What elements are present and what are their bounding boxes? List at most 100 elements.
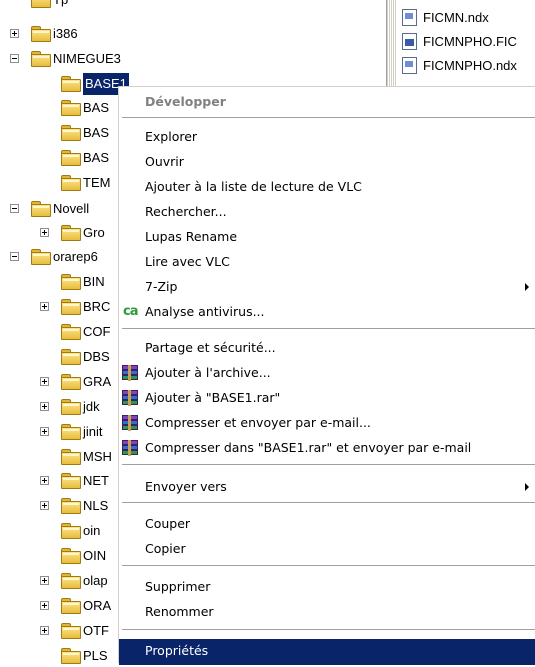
tree-item[interactable]: Tp [0, 0, 385, 11]
folder-icon [31, 51, 51, 67]
menu-item-label: 7-Zip [145, 279, 178, 294]
menu-item-partage-et-securite[interactable]: Partage et sécurité... [119, 336, 535, 360]
menu-item-envoyer-vers[interactable]: Envoyer vers [119, 475, 535, 499]
tree-item-label: COF [83, 324, 111, 339]
menu-item-ajouter-a-la-liste-de-lecture-de-vlc[interactable]: Ajouter à la liste de lecture de VLC [119, 175, 535, 199]
expand-icon[interactable] [40, 228, 49, 237]
folder-icon [61, 573, 81, 589]
menu-item-compresser-et-envoyer-par-e-mail[interactable]: Compresser et envoyer par e-mail... [119, 411, 535, 435]
menu-separator [122, 328, 535, 330]
folder-icon [31, 249, 51, 265]
tree-item-label: MSH [83, 449, 112, 464]
tree-item-label: ORA [83, 598, 112, 613]
tree-item[interactable]: NIMEGUE3 [0, 48, 385, 70]
expand-icon[interactable] [40, 402, 49, 411]
menu-item-label: Ajouter à la liste de lecture de VLC [145, 179, 362, 194]
menu-item-label: Lupas Rename [145, 229, 238, 244]
folder-icon [61, 623, 81, 639]
expand-icon[interactable] [40, 601, 49, 610]
folder-icon [31, 26, 51, 42]
folder-icon [61, 399, 81, 415]
tree-item-label: BRC [83, 299, 111, 314]
menu-separator [122, 629, 535, 631]
menu-item-rechercher[interactable]: Rechercher... [119, 200, 535, 224]
expand-icon[interactable] [40, 377, 49, 386]
tree-item-label: NET [83, 473, 109, 488]
menu-item-label: Rechercher... [145, 204, 227, 219]
pane-divider[interactable] [386, 0, 397, 86]
expand-icon[interactable] [40, 302, 49, 311]
menu-item-analyse-antivirus[interactable]: ca Analyse antivirus... [119, 300, 535, 324]
winrar-icon [122, 365, 138, 381]
menu-item-ouvrir[interactable]: Ouvrir [119, 150, 535, 174]
menu-item-explorer[interactable]: Explorer [119, 125, 535, 149]
menu-item-7-zip[interactable]: 7-Zip [119, 275, 535, 299]
tree-item-label: BIN [83, 274, 105, 289]
menu-item-label: Explorer [145, 129, 198, 144]
ndx-file-icon [402, 57, 417, 74]
tree-item-label: olap [83, 573, 108, 588]
menu-item-label: Envoyer vers [145, 479, 227, 494]
expand-icon[interactable] [10, 29, 19, 38]
tree-item-label: oin [83, 523, 101, 538]
tree-item-label: PLS [83, 648, 108, 663]
tree-item-label: DBS [83, 349, 110, 364]
winrar-icon [122, 415, 138, 431]
expand-icon[interactable] [40, 427, 49, 436]
collapse-icon[interactable] [10, 54, 19, 63]
tree-item-label: NLS [83, 498, 109, 513]
menu-item-label: Compresser et envoyer par e-mail... [145, 415, 371, 430]
menu-item-renommer[interactable]: Renommer [119, 600, 535, 624]
file-name: FICMNPHO.ndx [423, 58, 517, 73]
menu-item-label: Développer [145, 94, 226, 109]
menu-item-label: Lire avec VLC [145, 254, 230, 269]
folder-icon [61, 175, 81, 191]
tree-item-label: GRA [83, 374, 112, 389]
menu-item-lire-avec-vlc[interactable]: Lire avec VLC [119, 250, 535, 274]
tree-item-label: OTF [83, 623, 109, 638]
ca-antivirus-icon: ca [123, 304, 138, 319]
collapse-icon[interactable] [10, 252, 19, 261]
expand-icon[interactable] [40, 576, 49, 585]
menu-item-proprietes[interactable]: Propriétés [119, 639, 535, 665]
submenu-arrow-icon [525, 483, 529, 491]
tree-item-label: BAS [83, 100, 110, 115]
menu-separator [122, 502, 535, 504]
folder-icon [61, 100, 81, 116]
menu-item-copier[interactable]: Copier [119, 537, 535, 561]
menu-item-label: Analyse antivirus... [145, 304, 265, 319]
folder-icon [61, 125, 81, 141]
collapse-icon[interactable] [10, 204, 19, 213]
menu-item-label: Propriétés [145, 643, 209, 658]
tree-item[interactable]: i386 [0, 23, 385, 45]
ndx-file-icon [402, 9, 417, 26]
menu-item-label: Supprimer [145, 579, 211, 594]
fic-file-icon [402, 33, 417, 50]
expand-icon[interactable] [40, 476, 49, 485]
expand-icon[interactable] [40, 501, 49, 510]
tree-item-label: BAS [83, 150, 110, 165]
folder-icon [61, 274, 81, 290]
folder-icon [61, 498, 81, 514]
menu-item-supprimer[interactable]: Supprimer [119, 575, 535, 599]
menu-item-compresser-dans-base1-rar-et-envoyer-par-e-mail[interactable]: Compresser dans "BASE1.rar" et envoyer p… [119, 436, 535, 460]
context-menu: Développer Explorer Ouvrir Ajouter à la lis… [118, 86, 535, 665]
menu-item-ajouter-a-l-archive[interactable]: Ajouter à l'archive... [119, 361, 535, 385]
folder-icon [61, 548, 81, 564]
menu-item-label: Ouvrir [145, 154, 184, 169]
menu-item-lupas-rename[interactable]: Lupas Rename [119, 225, 535, 249]
folder-icon [61, 324, 81, 340]
tree-item-label: Novell [53, 201, 90, 216]
menu-item-label: Couper [145, 516, 191, 531]
menu-item-ajouter-a-base1-rar[interactable]: Ajouter à "BASE1.rar" [119, 386, 535, 410]
file-name: FICMNPHO.FIC [423, 34, 517, 49]
folder-icon [31, 201, 51, 217]
winrar-icon [122, 390, 138, 406]
folder-icon [31, 0, 51, 8]
menu-item-label: Ajouter à l'archive... [145, 365, 271, 380]
menu-item-couper[interactable]: Couper [119, 512, 535, 536]
expand-icon[interactable] [40, 626, 49, 635]
tree-item-label: jinit [83, 424, 103, 439]
menu-item-label: Ajouter à "BASE1.rar" [145, 390, 281, 405]
menu-item-developper: Développer [119, 90, 535, 114]
